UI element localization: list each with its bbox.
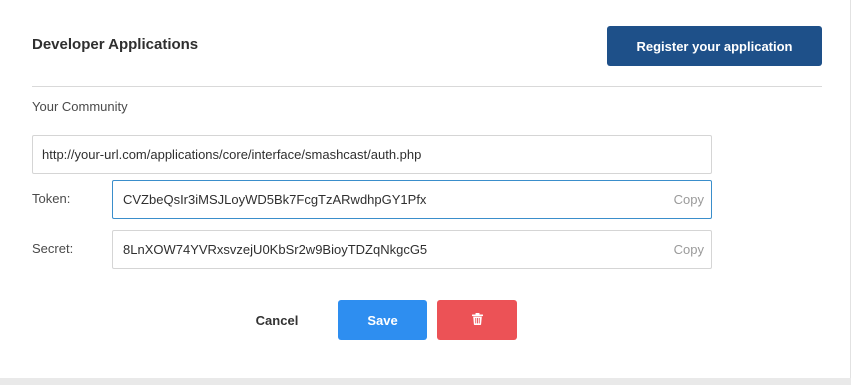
community-url-field[interactable]: http://your-url.com/applications/core/in… (32, 135, 712, 174)
secret-value: 8LnXOW74YVRxsvzejU0KbSr2w9BioyTDZqNkgcG5 (123, 242, 428, 257)
delete-button[interactable] (437, 300, 517, 340)
save-button[interactable]: Save (338, 300, 427, 340)
secret-field[interactable]: 8LnXOW74YVRxsvzejU0KbSr2w9BioyTDZqNkgcG5… (112, 230, 712, 269)
secret-label: Secret: (32, 241, 74, 256)
header-divider (32, 86, 822, 87)
community-url-value: http://your-url.com/applications/core/in… (42, 147, 422, 162)
page-title: Developer Applications (32, 36, 199, 53)
token-field[interactable]: CVZbeQsIr3iMSJLoyWD5Bk7FcgTzARwdhpGY1Pfx… (112, 180, 712, 219)
token-label: Token: (32, 191, 71, 206)
token-value: CVZbeQsIr3iMSJLoyWD5Bk7FcgTzARwdhpGY1Pfx (123, 192, 427, 207)
page-background-strip (0, 378, 851, 385)
cancel-button[interactable]: Cancel (246, 300, 308, 340)
developer-applications-panel: Developer Applications Register your app… (0, 0, 851, 378)
token-copy-button[interactable]: Copy (674, 192, 704, 207)
register-application-button[interactable]: Register your application (607, 26, 822, 66)
secret-copy-button[interactable]: Copy (674, 242, 704, 257)
community-label: Your Community (32, 99, 128, 114)
trash-icon (471, 312, 483, 328)
